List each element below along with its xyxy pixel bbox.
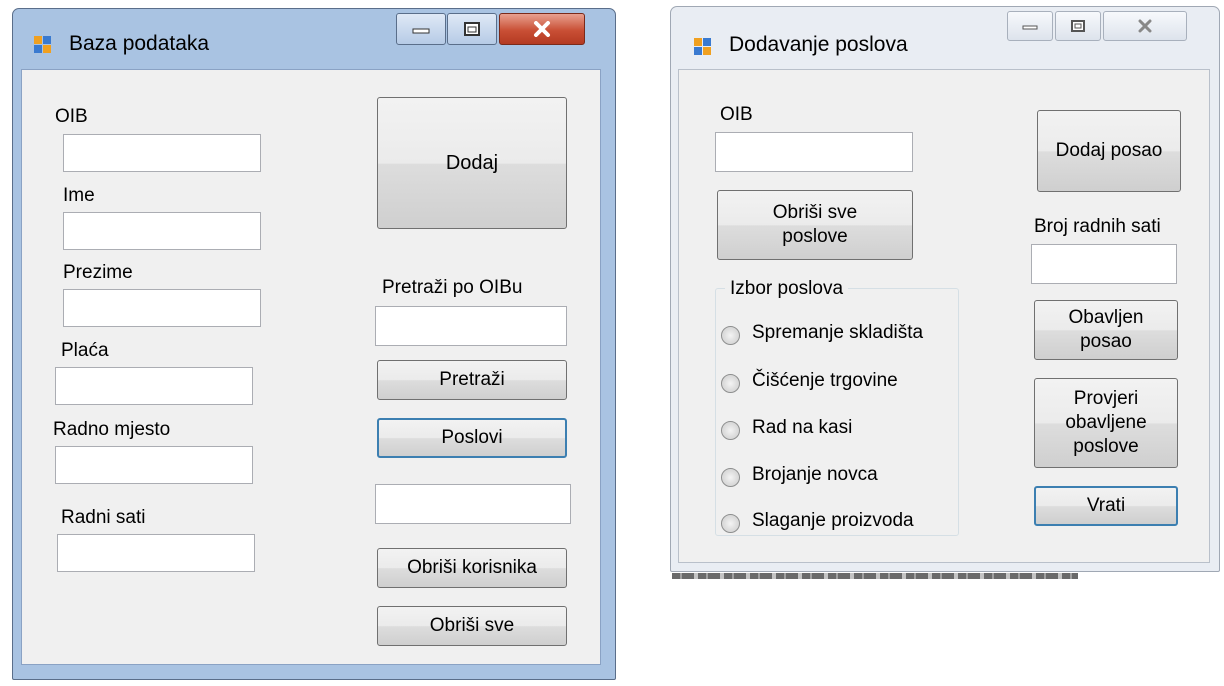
radio-label[interactable]: Spremanje skladišta — [752, 322, 923, 344]
oib-input[interactable] — [63, 134, 261, 172]
radno-mjesto-label: Radno mjesto — [53, 419, 171, 440]
radio-label[interactable]: Čišćenje trgovine — [752, 370, 898, 392]
background-text-fragment — [672, 573, 1078, 579]
placa-label: Plaća — [61, 340, 109, 361]
oib-input[interactable] — [715, 132, 913, 172]
obrisi-sve-poslove-button[interactable]: Obriši sve poslove — [717, 190, 913, 260]
close-icon — [500, 14, 584, 44]
close-button[interactable] — [499, 13, 585, 45]
oib-label: OIB — [55, 106, 88, 127]
hours-input[interactable] — [1031, 244, 1177, 284]
obrisi-korisnika-button[interactable]: Obriši korisnika — [377, 548, 567, 588]
radni-sati-input[interactable] — [57, 534, 255, 572]
hours-label: Broj radnih sati — [1034, 216, 1161, 237]
radno-mjesto-input[interactable] — [55, 446, 253, 484]
vrati-button[interactable]: Vrati — [1034, 486, 1178, 526]
maximize-icon — [1056, 12, 1100, 40]
minimize-button[interactable] — [396, 13, 446, 45]
radio-label[interactable]: Slaganje proizvoda — [752, 510, 914, 532]
search-label: Pretraži po OIBu — [382, 277, 523, 298]
radio-ciscenje-trgovine[interactable] — [721, 374, 740, 393]
radio-label[interactable]: Brojanje novca — [752, 464, 878, 486]
pretrazi-button[interactable]: Pretraži — [377, 360, 567, 400]
placa-input[interactable] — [55, 367, 253, 405]
app-icon — [34, 36, 51, 53]
minimize-button[interactable] — [1007, 11, 1053, 41]
minimize-icon — [397, 14, 445, 44]
window-title: Dodavanje poslova — [729, 33, 908, 56]
obavljen-posao-button[interactable]: Obavljen posao — [1034, 300, 1178, 360]
window-baza-podataka: Baza podataka OIB Ime Prezime Plaća Radn… — [12, 8, 616, 680]
radio-slaganje-proizvoda[interactable] — [721, 514, 740, 533]
minimize-icon — [1008, 12, 1052, 40]
titlebar[interactable]: Dodavanje poslova — [671, 7, 1219, 67]
form-client-area: OIB Obriši sve poslove Izbor poslova Spr… — [678, 69, 1210, 563]
search-oib-input[interactable] — [375, 306, 567, 346]
ime-input[interactable] — [63, 212, 261, 250]
obrisi-sve-button[interactable]: Obriši sve — [377, 606, 567, 646]
form-client-area: OIB Ime Prezime Plaća Radno mjesto Radni… — [21, 69, 601, 665]
close-icon — [1104, 12, 1186, 40]
maximize-button[interactable] — [1055, 11, 1101, 41]
close-button[interactable] — [1103, 11, 1187, 41]
dodaj-button[interactable]: Dodaj — [377, 97, 567, 229]
radio-spremanje-skladista[interactable] — [721, 326, 740, 345]
result-input[interactable] — [375, 484, 571, 524]
radio-label[interactable]: Rad na kasi — [752, 417, 852, 439]
radio-rad-na-kasi[interactable] — [721, 421, 740, 440]
prezime-label: Prezime — [63, 262, 133, 283]
radio-brojanje-novca[interactable] — [721, 468, 740, 487]
maximize-button[interactable] — [447, 13, 497, 45]
provjeri-obavljene-button[interactable]: Provjeri obavljene poslove — [1034, 378, 1178, 468]
maximize-icon — [448, 14, 496, 44]
dodaj-posao-button[interactable]: Dodaj posao — [1037, 110, 1181, 192]
window-dodavanje-poslova: Dodavanje poslova OIB Obriši sve poslove… — [670, 6, 1220, 572]
group-title: Izbor poslova — [725, 278, 849, 300]
oib-label: OIB — [720, 104, 753, 125]
radni-sati-label: Radni sati — [61, 507, 146, 528]
prezime-input[interactable] — [63, 289, 261, 327]
poslovi-button[interactable]: Poslovi — [377, 418, 567, 458]
ime-label: Ime — [63, 185, 95, 206]
titlebar[interactable]: Baza podataka — [13, 9, 615, 69]
app-icon — [694, 38, 711, 55]
window-title: Baza podataka — [69, 32, 210, 55]
